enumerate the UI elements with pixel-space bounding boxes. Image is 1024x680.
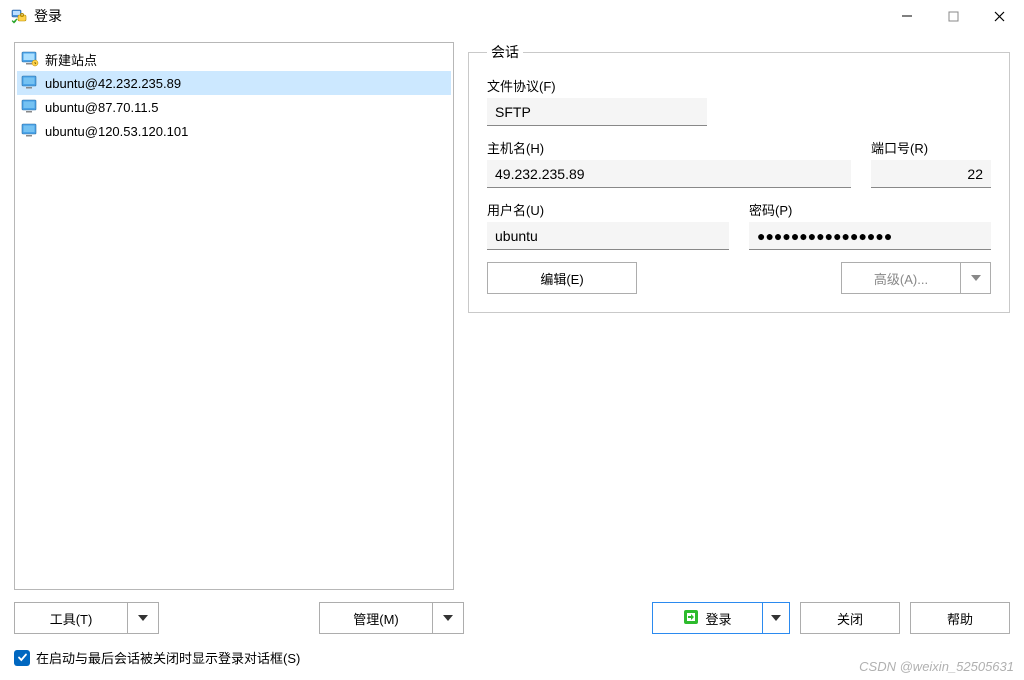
show-dialog-label: 在启动与最后会话被关闭时显示登录对话框(S)	[36, 648, 300, 667]
site-label: 新建站点	[45, 50, 97, 69]
close-button[interactable]	[976, 0, 1022, 32]
site-label: ubuntu@120.53.120.101	[45, 124, 188, 139]
username-input[interactable]	[487, 222, 729, 250]
new-site-folder[interactable]: 新建站点	[17, 47, 451, 71]
host-input[interactable]	[487, 160, 851, 188]
chevron-down-icon	[432, 602, 464, 634]
show-dialog-checkbox-row[interactable]: 在启动与最后会话被关闭时显示登录对话框(S)	[14, 648, 300, 667]
manage-label: 管理(M)	[319, 602, 432, 634]
session-fieldset: 会话 文件协议(F) 主机名(H) 端口号(R) 用户名(U)	[468, 42, 1010, 313]
tools-label: 工具(T)	[14, 602, 127, 634]
session-legend: 会话	[487, 42, 523, 62]
site-label: ubuntu@87.70.11.5	[45, 100, 158, 115]
login-button[interactable]: 登录	[652, 602, 790, 634]
site-item[interactable]: ubuntu@42.232.235.89	[17, 71, 451, 95]
advanced-dropdown[interactable]	[961, 262, 991, 294]
app-icon	[10, 7, 28, 25]
password-input[interactable]	[749, 222, 991, 250]
password-label: 密码(P)	[749, 200, 991, 219]
protocol-select[interactable]	[487, 98, 707, 126]
window-title: 登录	[34, 6, 62, 26]
manage-dropdown[interactable]: 管理(M)	[319, 602, 464, 634]
close-session-button[interactable]: 关闭	[800, 602, 900, 634]
sites-tree[interactable]: 新建站点 ubuntu@42.232.235.89 ubuntu@87.70.1…	[14, 42, 454, 590]
login-icon	[683, 609, 699, 628]
login-dropdown[interactable]	[762, 602, 790, 634]
help-button[interactable]: 帮助	[910, 602, 1010, 634]
monitor-icon	[21, 123, 39, 139]
title-bar: 登录	[0, 0, 1024, 32]
monitor-icon	[21, 51, 39, 67]
watermark-text: CSDN @weixin_52505631	[859, 659, 1014, 674]
protocol-label: 文件协议(F)	[487, 76, 707, 95]
monitor-icon	[21, 99, 39, 115]
maximize-button[interactable]	[930, 0, 976, 32]
host-label: 主机名(H)	[487, 138, 851, 157]
chevron-down-icon	[127, 602, 159, 634]
edit-button[interactable]: 编辑(E)	[487, 262, 637, 294]
site-label: ubuntu@42.232.235.89	[45, 76, 181, 91]
port-input[interactable]	[871, 160, 991, 188]
site-item[interactable]: ubuntu@87.70.11.5	[17, 95, 451, 119]
monitor-icon	[21, 75, 39, 91]
tools-dropdown[interactable]: 工具(T)	[14, 602, 159, 634]
port-label: 端口号(R)	[871, 138, 991, 157]
site-item[interactable]: ubuntu@120.53.120.101	[17, 119, 451, 143]
minimize-button[interactable]	[884, 0, 930, 32]
login-label: 登录	[705, 609, 731, 628]
advanced-button[interactable]: 高级(A)...	[841, 262, 961, 294]
checkbox-checked-icon	[14, 650, 30, 666]
username-label: 用户名(U)	[487, 200, 729, 219]
